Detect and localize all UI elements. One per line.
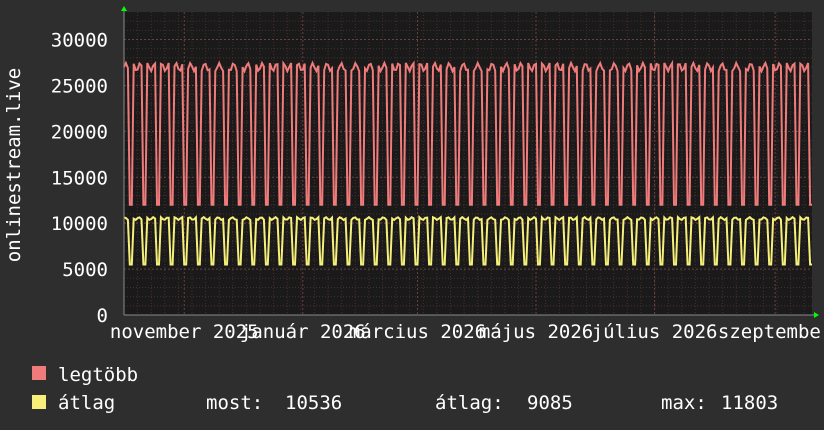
y-tick-label: 15000 [51, 167, 108, 189]
stat-atlag-value: 9085 [527, 392, 573, 414]
stat-most-label: most: [206, 392, 263, 414]
legend-swatch-atlag [32, 395, 46, 409]
stats: most: 10536 átlag: 9085 max: 11803 [206, 392, 778, 414]
chart: 0 5000 10000 15000 20000 25000 30000 november 2… [3, 6, 824, 414]
y-axis-label: onlinestream.live [3, 68, 25, 262]
y-tick-label: 0 [97, 305, 108, 327]
y-tick-label: 25000 [51, 75, 108, 97]
x-tick-label: május 2026 [479, 321, 593, 343]
x-axis-arrow [814, 312, 819, 318]
stat-atlag-label: átlag: [435, 392, 504, 414]
stat-most-value: 10536 [285, 392, 342, 414]
legend-label-legtobb: legtöbb [58, 364, 138, 386]
legend-label-atlag: átlag [58, 392, 115, 414]
legend: legtöbb átlag [32, 364, 138, 414]
y-tick-label: 5000 [62, 259, 108, 281]
x-tick-label: március 2026 [349, 321, 486, 343]
y-tick-label: 30000 [51, 30, 108, 52]
y-axis-arrow [121, 6, 127, 11]
x-tick-label: november 2025 [110, 321, 259, 343]
x-tick-label: szeptember [718, 321, 824, 343]
stat-max-label: max: [661, 392, 707, 414]
y-tick-label: 20000 [51, 121, 108, 143]
legend-swatch-legtobb [32, 366, 46, 380]
y-tick-label: 10000 [51, 213, 108, 235]
stat-max-value: 11803 [721, 392, 778, 414]
x-tick-label: január 2026 [240, 321, 366, 343]
x-tick-label: július 2026 [592, 321, 718, 343]
